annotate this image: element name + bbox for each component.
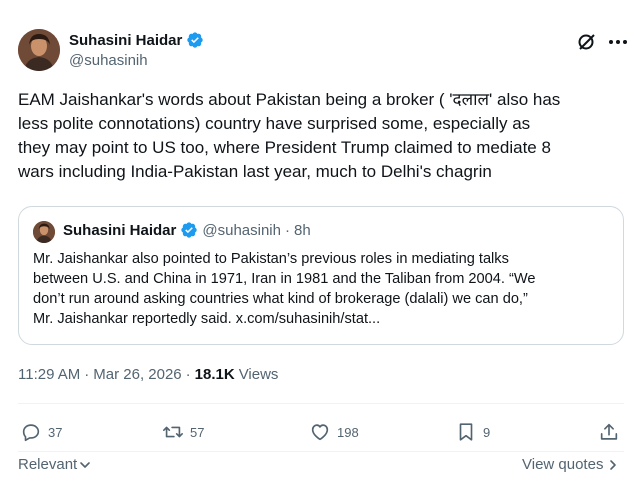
views-label: Views <box>238 366 279 383</box>
bookmark-button[interactable]: 9 <box>455 420 490 444</box>
repost-button[interactable]: 57 <box>162 420 204 444</box>
like-count: 198 <box>337 424 359 440</box>
tweet-date[interactable]: Mar 26, 2026 <box>93 366 181 383</box>
verified-badge-icon <box>181 222 198 238</box>
verified-badge-icon <box>187 32 204 48</box>
author-avatar[interactable] <box>18 29 60 71</box>
sort-label: Relevant <box>18 456 78 473</box>
sort-relevant-button[interactable]: Relevant <box>18 456 91 473</box>
share-icon <box>600 423 618 440</box>
quoted-tweet-header: Suhasini Haidar @suhasinih · 8h <box>63 221 311 239</box>
chevron-right-icon <box>610 459 617 470</box>
reply-count: 37 <box>48 424 63 440</box>
meta-separator: · <box>185 366 191 383</box>
chevron-down-icon <box>80 461 91 468</box>
quoted-author-handle: @suhasinih <box>202 221 281 239</box>
repost-icon <box>163 426 183 438</box>
view-quotes-label: View quotes <box>522 456 604 473</box>
author-name-row[interactable]: Suhasini Haidar <box>69 31 204 49</box>
quoted-author-name: Suhasini Haidar <box>63 221 177 239</box>
bookmark-count: 9 <box>483 424 491 440</box>
divider <box>18 403 624 404</box>
grok-icon[interactable] <box>577 32 597 52</box>
share-button[interactable] <box>598 420 620 444</box>
quoted-separator: · <box>284 221 290 239</box>
views-count: 18.1K <box>194 366 235 383</box>
author-name[interactable]: Suhasini Haidar <box>69 32 182 49</box>
author-handle[interactable]: @suhasinih <box>69 52 148 69</box>
reply-button[interactable]: 37 <box>20 420 62 444</box>
quoted-author-avatar <box>33 221 55 243</box>
tweet-text: EAM Jaishankar's words about Pakistan be… <box>18 90 561 181</box>
meta-separator: · <box>84 366 90 383</box>
reply-icon <box>22 424 40 442</box>
more-icon[interactable] <box>606 30 630 54</box>
like-icon <box>311 424 329 441</box>
quoted-age: 8h <box>293 221 311 239</box>
quoted-tweet-card[interactable]: Suhasini Haidar @suhasinih · 8h Mr. Jais… <box>18 206 624 345</box>
repost-count: 57 <box>190 424 205 440</box>
bookmark-icon <box>459 423 473 441</box>
tweet-meta: 11:29 AM · Mar 26, 2026 · 18.1K Views <box>18 366 278 383</box>
tweet-time[interactable]: 11:29 AM <box>18 366 80 383</box>
view-quotes-link[interactable]: View quotes <box>522 456 619 473</box>
action-bar: 37 57 198 9 <box>18 420 624 444</box>
divider <box>18 451 624 452</box>
quoted-tweet-text: Mr. Jaishankar also pointed to Pakistan’… <box>33 251 536 327</box>
like-button[interactable]: 198 <box>309 420 359 444</box>
